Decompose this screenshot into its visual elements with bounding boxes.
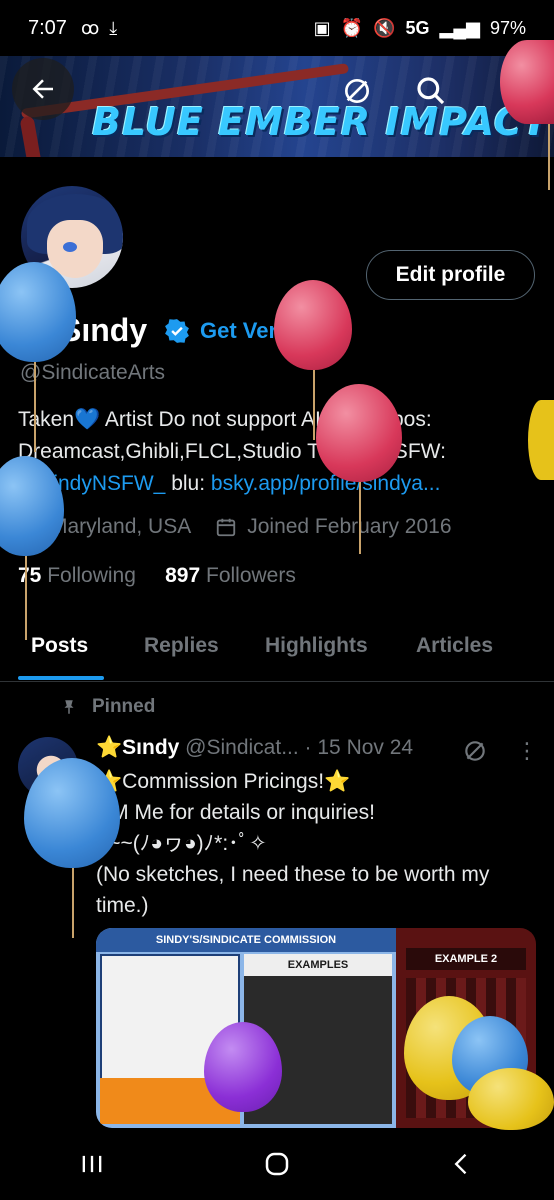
grok-button[interactable] <box>334 68 380 114</box>
balloon-decoration <box>528 400 554 480</box>
battery-saver-icon: ▣ <box>313 17 331 38</box>
post-date: · 15 Nov 24 <box>304 736 414 759</box>
verified-badge-icon <box>165 319 189 343</box>
profile-handle: @SindicateArts <box>20 361 166 384</box>
download-icon: ⤓ <box>109 17 118 38</box>
location-text: Maryland, USA <box>50 515 192 538</box>
post-header: ⭐Sındy @Sindicat... · 15 Nov 24 <box>96 736 413 760</box>
post-text: ⭐Commission Pricings!⭐ DM Me for details… <box>96 770 490 917</box>
banner-title: BLUE EMBER IMPACT <box>92 100 550 144</box>
tab-replies[interactable]: Replies <box>144 634 219 658</box>
signal-icon: ▂▄▆ <box>439 17 480 38</box>
back-icon[interactable] <box>448 1150 476 1178</box>
following-link[interactable]: 75 Following <box>18 564 136 587</box>
balloon-decoration <box>0 456 64 640</box>
mute-icon: 🔇 <box>373 17 396 38</box>
battery-label: 97% <box>489 17 526 38</box>
follow-stats: 75 Following 897 Followers <box>18 564 296 588</box>
search-button[interactable] <box>408 68 454 114</box>
balloon-decoration <box>468 1068 554 1130</box>
grok-icon <box>345 79 369 103</box>
bio-line-2: Dreamcast,Ghibli,FLCL,Studio Trigger NSF… <box>18 440 446 463</box>
back-arrow-icon <box>32 79 53 99</box>
system-nav-bar <box>0 1128 554 1200</box>
profile-tabs: Posts Replies Highlights Articles <box>0 614 554 682</box>
grok-icon[interactable] <box>462 738 488 764</box>
voicemail-icon: ꝏ <box>80 17 100 38</box>
pinned-label: Pinned <box>60 696 155 718</box>
followers-link[interactable]: 897 Followers <box>165 564 296 587</box>
pin-icon <box>64 700 74 714</box>
alarm-icon: ⏰ <box>340 17 364 38</box>
recents-icon[interactable] <box>78 1150 106 1178</box>
profile-banner[interactable]: BLUE EMBER IMPACT <box>0 56 554 157</box>
bio-line-1: Taken💙 Artist Do not support AI Art. Ins… <box>18 408 432 431</box>
balloon-decoration <box>316 384 402 554</box>
home-icon[interactable] <box>262 1149 292 1179</box>
balloon-decoration <box>0 262 76 452</box>
post-more-icon[interactable]: ⋮ <box>516 738 538 764</box>
profile-bio: Taken💙 Artist Do not support AI Art. Ins… <box>18 404 538 500</box>
balloon-decoration <box>274 280 352 440</box>
joined-text: Joined February 2016 <box>247 515 452 538</box>
balloon-decoration <box>24 758 120 938</box>
tab-articles[interactable]: Articles <box>416 634 493 658</box>
status-time: 7:07 <box>28 16 67 39</box>
tab-highlights[interactable]: Highlights <box>265 634 368 658</box>
post-author-handle: @Sindicat... <box>185 736 299 759</box>
balloon-decoration <box>204 1022 282 1112</box>
calendar-icon <box>217 518 236 537</box>
profile-meta: Maryland, USA Joined February 2016 <box>18 515 452 539</box>
network-label: 5G <box>405 17 430 38</box>
post-author-name[interactable]: ⭐Sındy <box>96 736 179 759</box>
active-tab-indicator <box>18 676 104 680</box>
bio-text: blu: <box>165 472 211 495</box>
balloon-decoration <box>500 40 554 190</box>
edit-profile-button[interactable]: Edit profile <box>366 250 535 300</box>
tab-posts[interactable]: Posts <box>31 634 88 658</box>
back-button[interactable] <box>12 58 74 120</box>
status-bar: 7:07 ꝏ ⤓ ▣ ⏰ 🔇 5G ▂▄▆ 97% <box>0 0 554 56</box>
search-icon <box>417 77 445 105</box>
